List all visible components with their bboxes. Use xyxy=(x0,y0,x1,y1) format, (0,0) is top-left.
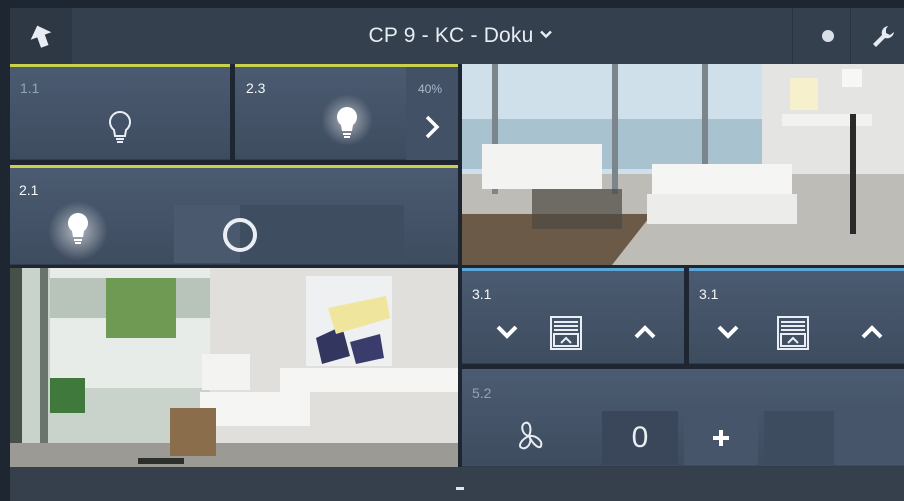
wrench-icon[interactable] xyxy=(868,22,898,52)
header-divider xyxy=(850,8,851,64)
fan-icon xyxy=(519,421,543,450)
back-button[interactable] xyxy=(10,8,72,64)
chevron-down-icon xyxy=(539,26,552,42)
tile-accent xyxy=(462,268,684,271)
increase-button[interactable] xyxy=(684,411,758,465)
chevron-down-icon[interactable] xyxy=(496,324,518,340)
status-dot-icon[interactable] xyxy=(822,30,834,42)
chevron-right-icon xyxy=(425,115,440,139)
tile-label: 3.1 xyxy=(472,286,492,302)
dim-detail-button[interactable]: 40% xyxy=(406,67,458,160)
room-selector[interactable]: CP 9 - KC - Doku xyxy=(160,8,760,64)
tile-label: 3.1 xyxy=(699,286,719,302)
light-tile-2-3[interactable]: 2.3 40% xyxy=(235,64,458,160)
tile-label: 1.1 xyxy=(20,80,40,96)
bottom-bar xyxy=(10,467,904,501)
back-arrow-icon xyxy=(30,25,52,48)
blind-tile-3-1-b[interactable]: 3.1 xyxy=(689,268,904,364)
tile-label: 2.3 xyxy=(246,80,266,96)
circle-toggle-icon[interactable] xyxy=(221,216,259,254)
dim-level-label: 40% xyxy=(418,82,443,96)
fan-control-zone xyxy=(764,411,834,465)
tile-accent xyxy=(10,64,230,67)
page-indicator[interactable] xyxy=(456,487,464,490)
bulb-on-icon xyxy=(68,213,89,244)
light-tile-1-1[interactable]: 1.1 xyxy=(10,64,230,160)
tile-label: 5.2 xyxy=(472,385,492,401)
plus-icon xyxy=(713,430,729,446)
light-tile-2-1[interactable]: 2.1 xyxy=(10,165,458,265)
fan-tile-5-2[interactable]: 5.2 0 xyxy=(462,369,904,467)
bulb-off-icon xyxy=(109,110,131,143)
header-divider xyxy=(792,8,793,64)
fan-control-zone xyxy=(834,411,904,465)
tile-label: 2.1 xyxy=(19,182,39,198)
bulb-on-icon xyxy=(337,107,357,138)
blind-icon[interactable] xyxy=(777,316,809,350)
chevron-down-icon[interactable] xyxy=(717,324,739,340)
blind-tile-3-1[interactable]: 3.1 xyxy=(462,268,684,364)
page-title: CP 9 - KC - Doku xyxy=(368,24,534,47)
room-photo-living[interactable] xyxy=(462,64,904,265)
blind-icon[interactable] xyxy=(550,316,582,350)
fan-speed-value: 0 xyxy=(602,411,678,465)
tile-accent xyxy=(689,268,904,271)
tile-accent xyxy=(10,165,458,168)
chevron-up-icon[interactable] xyxy=(861,324,883,340)
header-bar: CP 9 - KC - Doku xyxy=(10,8,904,64)
room-photo-lounge[interactable] xyxy=(10,268,458,467)
chevron-up-icon[interactable] xyxy=(634,324,656,340)
